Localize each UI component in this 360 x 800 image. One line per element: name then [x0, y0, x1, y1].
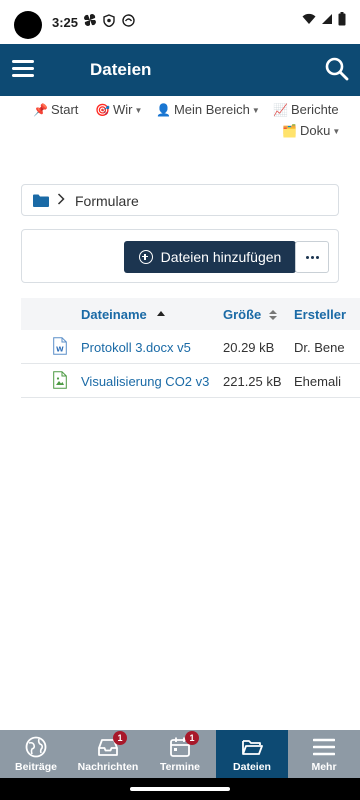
sort-icon: [269, 310, 278, 320]
bottom-nav-beitraege[interactable]: Beiträge: [0, 730, 72, 778]
word-file-icon: W: [53, 337, 67, 355]
battery-icon: [338, 11, 346, 31]
status-time: 3:25: [52, 15, 79, 30]
file-name-link[interactable]: Protokoll 3.docx v5: [81, 340, 191, 355]
nav-item-start[interactable]: 📌 Start: [33, 102, 78, 117]
files-table: Dateiname Größe Ersteller W Protokoll 3.…: [21, 298, 360, 398]
top-navigation: 📌 Start 🎯 Wir ▼ 👤 Mein Bereich ▼ 📈 Berichte 🗂️…: [0, 96, 360, 148]
column-header-groesse[interactable]: Größe: [223, 307, 278, 322]
globe-icon: [25, 736, 47, 758]
system-navigation-area: [0, 778, 360, 800]
file-toolbar: Dateien hinzufügen: [21, 229, 339, 283]
more-options-button[interactable]: [295, 241, 329, 273]
file-size: 20.29 kB: [223, 340, 275, 355]
signal-icon: [321, 12, 333, 30]
home-gesture-bar[interactable]: [130, 787, 230, 791]
bottom-navigation: Beiträge 1 Nachrichten 1 Termine Dateien: [0, 730, 360, 778]
target-icon: 🎯: [95, 103, 110, 117]
page-title: Dateien: [90, 60, 152, 79]
nav-item-mein-bereich[interactable]: 👤 Mein Bereich ▼: [156, 102, 260, 117]
chart-icon: 📈: [273, 103, 288, 117]
file-size: 221.25 kB: [223, 374, 282, 389]
bottom-nav-nachrichten[interactable]: 1 Nachrichten: [72, 730, 144, 778]
status-right: [302, 11, 346, 31]
table-row: W Protokoll 3.docx v5 20.29 kB Dr. Bene: [21, 330, 360, 364]
table-header: Dateiname Größe Ersteller: [21, 298, 360, 330]
column-header-dateiname[interactable]: Dateiname: [81, 307, 165, 322]
bottom-nav-dateien[interactable]: Dateien: [216, 730, 288, 778]
file-name-link[interactable]: Visualisierung CO2 v3: [81, 374, 209, 389]
pushpin-icon: 📌: [33, 103, 48, 117]
folder-icon[interactable]: [33, 194, 49, 207]
screen: 3:25 Dateien 📌 Start 🎯 Wir ▼ 👤 Mein Bere…: [0, 0, 360, 800]
plus-circle-icon: [138, 250, 153, 264]
file-creator: Ehemali: [294, 374, 341, 389]
wifi-icon: [302, 12, 316, 30]
app-notification-icon: [122, 14, 135, 30]
column-header-ersteller[interactable]: Ersteller: [294, 307, 346, 322]
bottom-nav-mehr[interactable]: Mehr: [288, 730, 360, 778]
user-icon: 👤: [156, 103, 171, 117]
svg-text:W: W: [56, 346, 64, 354]
unread-badge: 1: [113, 731, 127, 745]
caret-down-icon: ▼: [134, 106, 143, 115]
breadcrumb-current: Formulare: [75, 193, 139, 209]
pinwheel-icon: [84, 14, 96, 29]
app-bar: Dateien: [0, 44, 360, 96]
nav-item-berichte[interactable]: 📈 Berichte: [273, 102, 339, 117]
event-badge: 1: [185, 731, 199, 745]
bottom-nav-termine[interactable]: 1 Termine: [144, 730, 216, 778]
menu-icon: [312, 736, 336, 758]
image-file-icon: [53, 371, 67, 389]
table-row: Visualisierung CO2 v3 221.25 kB Ehemali: [21, 364, 360, 398]
search-icon[interactable]: [324, 56, 350, 82]
status-bar: 3:25: [0, 0, 360, 44]
caret-down-icon: ▼: [332, 127, 341, 136]
main-content: Formulare Dateien hinzufügen Dateiname G…: [0, 148, 360, 730]
folder-tabs-icon: 🗂️: [282, 124, 297, 138]
breadcrumb: Formulare: [21, 184, 339, 216]
sort-ascending-icon: [156, 311, 165, 316]
nav-item-doku[interactable]: 🗂️ Doku ▼: [282, 123, 340, 138]
add-files-button[interactable]: Dateien hinzufügen: [124, 241, 296, 273]
chevron-right-icon: [57, 192, 65, 209]
caret-down-icon: ▼: [251, 106, 260, 115]
folder-open-icon: [241, 736, 263, 758]
shield-icon: [103, 14, 115, 30]
camera-cutout: [14, 11, 42, 39]
hamburger-menu-icon[interactable]: [12, 58, 36, 80]
nav-item-wir[interactable]: 🎯 Wir ▼: [95, 102, 142, 117]
file-creator: Dr. Bene: [294, 340, 345, 355]
